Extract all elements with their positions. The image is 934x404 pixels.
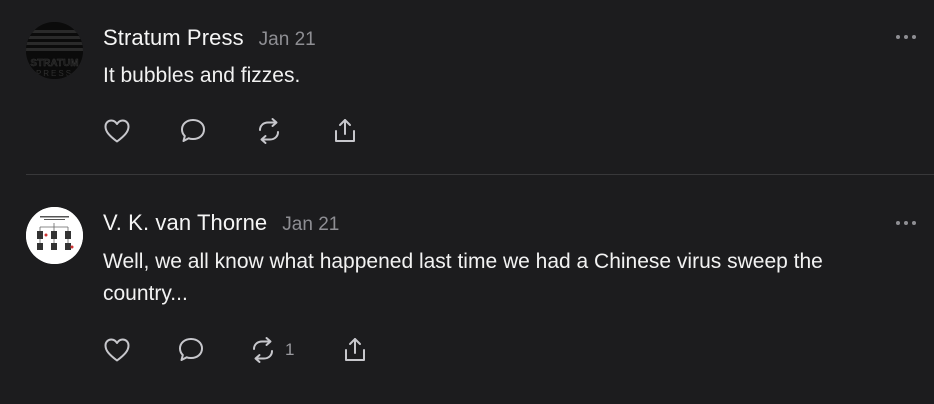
ellipsis-icon	[896, 35, 900, 39]
comment-icon	[181, 119, 205, 142]
comment-icon	[179, 338, 203, 361]
post: STRATUM PRESS Stratum Press Jan 21 It bu…	[0, 0, 934, 175]
more-options-button[interactable]	[896, 220, 916, 226]
repost-icon	[253, 337, 273, 363]
repost-count[interactable]: 1	[285, 340, 294, 360]
thread-feed: STRATUM PRESS Stratum Press Jan 21 It bu…	[0, 0, 934, 404]
author-name[interactable]: Stratum Press	[103, 25, 244, 51]
post-actions	[103, 116, 359, 146]
diagram-avatar	[26, 207, 83, 264]
more-options-button[interactable]	[896, 34, 916, 40]
share-icon	[335, 119, 355, 142]
repost-button[interactable]	[249, 336, 277, 364]
avatar[interactable]	[26, 207, 83, 264]
author-name[interactable]: V. K. van Thorne	[103, 210, 267, 236]
post-header: Stratum Press Jan 21	[103, 25, 316, 51]
ellipsis-dot	[904, 35, 908, 39]
reply-button[interactable]	[177, 336, 249, 364]
post-date[interactable]: Jan 21	[282, 214, 339, 236]
share-button[interactable]	[341, 336, 369, 364]
like-button[interactable]	[103, 118, 179, 144]
post-text: It bubbles and fizzes.	[103, 64, 301, 87]
post-text: Well, we all know what happened last tim…	[103, 250, 823, 305]
post-header: V. K. van Thorne Jan 21	[103, 210, 339, 236]
repost-icon	[259, 118, 279, 144]
repost-control	[255, 117, 331, 145]
svg-text:PRESS: PRESS	[36, 69, 73, 78]
ellipsis-dot	[912, 221, 916, 225]
ellipsis-dot	[904, 221, 908, 225]
heart-icon	[104, 338, 130, 362]
ellipsis-dot	[912, 35, 916, 39]
reply-button[interactable]	[179, 117, 255, 145]
svg-text:STRATUM: STRATUM	[30, 58, 78, 69]
ellipsis-icon	[896, 221, 900, 225]
post: V. K. van Thorne Jan 21 Well, we all kno…	[0, 175, 934, 404]
repost-button[interactable]	[255, 117, 283, 145]
like-button[interactable]	[103, 337, 177, 363]
share-button[interactable]	[331, 117, 359, 145]
stratum-press-logo: STRATUM PRESS	[26, 22, 83, 79]
heart-icon	[104, 119, 130, 143]
post-date[interactable]: Jan 21	[259, 29, 316, 51]
avatar[interactable]: STRATUM PRESS	[26, 22, 83, 79]
share-icon	[345, 338, 365, 361]
repost-control: 1	[249, 336, 341, 364]
post-actions: 1	[103, 335, 369, 365]
